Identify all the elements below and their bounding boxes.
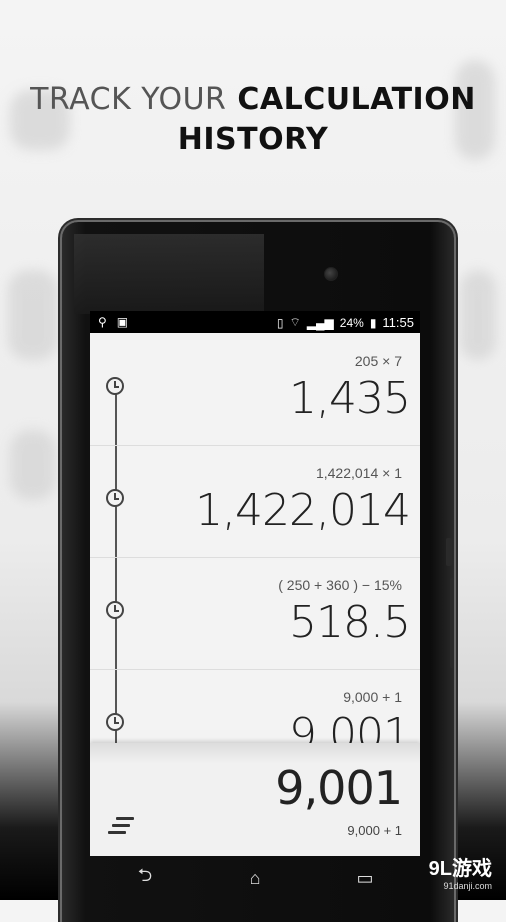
- watermark: 9L游戏 91danji.com: [429, 852, 492, 891]
- calculator-display: 9,001 9,000 + 1: [90, 743, 420, 856]
- clock-icon: [106, 377, 124, 395]
- history-list: 205 × 7 1,435 1,422,014 × 1 1,422,014 ( …: [90, 333, 420, 760]
- history-expression: 1,422,014 × 1: [315, 465, 402, 481]
- battery-percent: 24%: [339, 315, 364, 330]
- headline-bold-2: HISTORY: [177, 122, 329, 157]
- display-value: 9,001: [275, 761, 403, 815]
- history-entry[interactable]: 205 × 7 1,435: [90, 333, 420, 446]
- watermark-brand: 9L游戏: [428, 858, 492, 880]
- vibrate-icon: ▯: [276, 315, 284, 330]
- camera-icon: [324, 267, 338, 281]
- phone-side-button: [446, 538, 452, 566]
- display-expression: 9,000 + 1: [347, 823, 402, 838]
- clock-time: 11:55: [382, 315, 414, 330]
- clock-icon: [106, 713, 124, 731]
- headline: TRACK YOUR CALCULATION HISTORY: [0, 80, 506, 160]
- usb-icon: ⚲: [98, 315, 107, 329]
- back-button[interactable]: ⮌: [125, 863, 165, 893]
- history-result: 518.5: [289, 597, 411, 648]
- status-bar: ⚲ ▣ ▯ ⌔ ▂▄▆ 24% ▮ 11:55: [90, 311, 420, 333]
- home-button[interactable]: ⌂: [235, 868, 275, 889]
- history-result: 1,422,014: [195, 485, 411, 536]
- history-result: 1,435: [289, 373, 411, 424]
- android-icon: ▣: [116, 315, 129, 329]
- history-entry[interactable]: ( 250 + 360 ) − 15% 518.5: [90, 557, 420, 670]
- history-expression: 205 × 7: [354, 353, 402, 369]
- signal-icon: ▂▄▆: [306, 315, 334, 330]
- clock-icon: [106, 601, 124, 619]
- history-menu-button[interactable]: [108, 817, 136, 839]
- navigation-bar: ⮌ ⌂ ▭: [90, 856, 420, 900]
- watermark-url: 91danji.com: [443, 881, 492, 891]
- headline-light: TRACK YOUR: [30, 82, 227, 117]
- headline-bold-1: CALCULATION: [237, 82, 476, 117]
- history-expression: ( 250 + 360 ) − 15%: [278, 577, 402, 593]
- history-expression: 9,000 + 1: [343, 689, 402, 705]
- history-entry[interactable]: 1,422,014 × 1 1,422,014: [90, 445, 420, 558]
- battery-icon: ▮: [369, 315, 377, 330]
- phone-side-button: [450, 578, 454, 668]
- clock-icon: [106, 489, 124, 507]
- phone-screen: ⚲ ▣ ▯ ⌔ ▂▄▆ 24% ▮ 11:55 205 × 7 1,435 1,…: [90, 311, 420, 856]
- wifi-icon: ⌔: [289, 315, 301, 329]
- recent-apps-button[interactable]: ▭: [345, 868, 385, 889]
